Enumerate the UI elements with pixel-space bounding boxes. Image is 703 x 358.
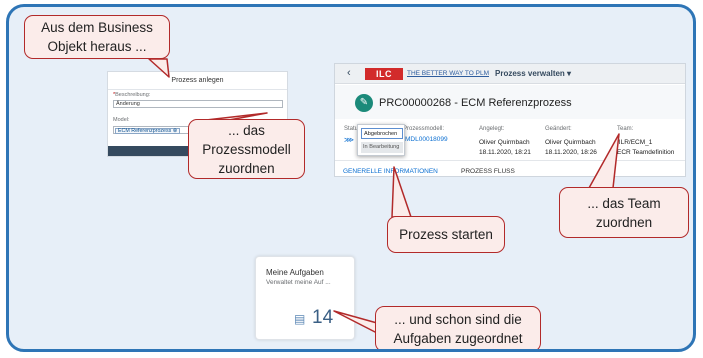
callout-business-object: Aus dem Business Objekt heraus ...	[24, 15, 170, 59]
callout-process-model: ... das Prozessmodell zuordnen	[188, 119, 305, 179]
slide-frame: Prozess anlegen *Beschreibung: Änderung …	[0, 0, 703, 358]
callout-team: ... das Team zuordnen	[559, 187, 689, 238]
pointer-team	[588, 133, 620, 189]
callout-start-process: Prozess starten	[387, 216, 505, 253]
pointer-tasks	[333, 310, 378, 334]
slide: Prozess anlegen *Beschreibung: Änderung …	[6, 4, 696, 352]
callout-tasks: ... und schon sind die Aufgaben zugeordn…	[375, 306, 541, 349]
pointer-business-object	[148, 58, 170, 78]
pointer-start-process	[391, 166, 412, 218]
